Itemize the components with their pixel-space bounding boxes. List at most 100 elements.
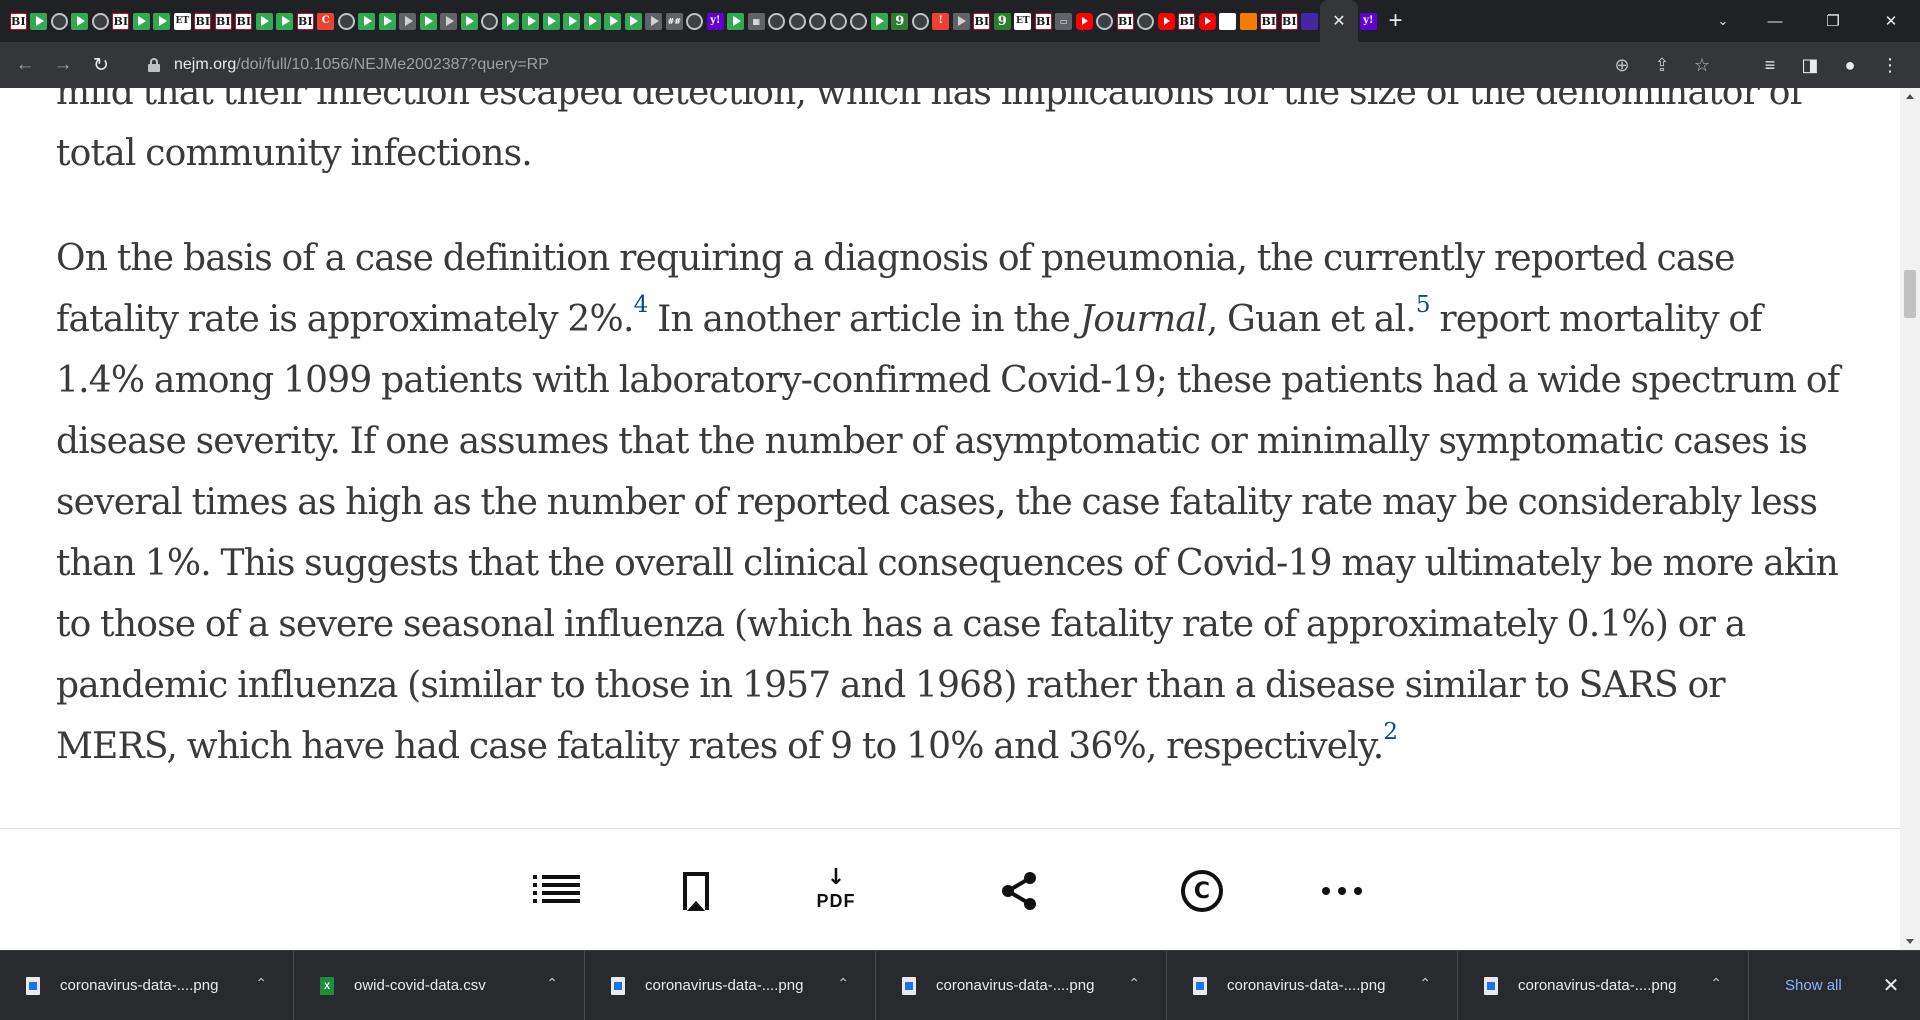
browser-tab[interactable] — [1300, 0, 1321, 42]
browser-tab[interactable] — [90, 0, 111, 42]
url-text[interactable]: nejm.org/doi/full/10.1056/NEJMe2002387?q… — [174, 56, 549, 74]
browser-tab[interactable] — [603, 0, 624, 42]
bookmark-star-icon[interactable]: ☆ — [1682, 55, 1722, 76]
browser-tab[interactable]: BI — [213, 0, 234, 42]
browser-tab[interactable]: BI — [972, 0, 993, 42]
browser-tab[interactable] — [439, 0, 460, 42]
browser-tab[interactable]: BI — [234, 0, 255, 42]
browser-tab[interactable] — [254, 0, 275, 42]
browser-tab[interactable] — [644, 0, 665, 42]
new-tab-button[interactable]: + — [1379, 0, 1413, 42]
close-downloads-button[interactable]: ✕ — [1876, 951, 1906, 1020]
table-of-contents-button[interactable] — [526, 863, 586, 919]
show-all-downloads-link[interactable]: Show all — [1771, 971, 1856, 1000]
browser-tab[interactable]: C — [316, 0, 337, 42]
browser-tab[interactable]: BI — [1177, 0, 1198, 42]
browser-tab[interactable] — [398, 0, 419, 42]
browser-tab[interactable] — [623, 0, 644, 42]
browser-tab[interactable] — [521, 0, 542, 42]
browser-tab[interactable]: BI — [111, 0, 132, 42]
download-options-chevron-icon[interactable]: ⌃ — [837, 975, 849, 992]
browser-tab[interactable]: BI — [193, 0, 214, 42]
active-tab[interactable]: ✕ — [1320, 0, 1358, 42]
browser-tab[interactable]: 9 — [890, 0, 911, 42]
browser-tab[interactable] — [541, 0, 562, 42]
download-item[interactable]: coronavirus-data-....png ⌃ — [1458, 950, 1749, 1020]
close-window-button[interactable]: ✕ — [1862, 12, 1920, 30]
browser-tab[interactable]: ## — [664, 0, 685, 42]
zoom-icon[interactable]: ⊕ — [1602, 55, 1642, 76]
browser-tab[interactable] — [70, 0, 91, 42]
download-options-chevron-icon[interactable]: ⌃ — [1710, 975, 1722, 992]
scroll-down-icon[interactable] — [1906, 939, 1914, 944]
reading-list-icon[interactable]: ≡ — [1750, 55, 1790, 76]
lock-icon[interactable] — [148, 58, 160, 72]
browser-tab[interactable] — [1238, 0, 1259, 42]
download-item[interactable]: coronavirus-data-....png ⌃ — [0, 950, 294, 1020]
browser-tab[interactable] — [808, 0, 829, 42]
restore-button[interactable]: ❐ — [1804, 12, 1862, 30]
address-bar[interactable]: nejm.org/doi/full/10.1056/NEJMe2002387?q… — [134, 49, 1722, 81]
download-item[interactable]: Xowid-covid-data.csv ⌃ — [294, 950, 585, 1020]
back-button[interactable]: ← — [6, 47, 44, 83]
browser-menu-icon[interactable]: ⋮ — [1870, 55, 1910, 76]
browser-tab[interactable] — [951, 0, 972, 42]
browser-tab[interactable] — [500, 0, 521, 42]
share-icon[interactable]: ⇪ — [1642, 55, 1682, 76]
reload-button[interactable]: ↻ — [82, 47, 120, 83]
browser-tab[interactable] — [357, 0, 378, 42]
browser-tab[interactable]: 9 — [992, 0, 1013, 42]
download-item[interactable]: coronavirus-data-....png ⌃ — [876, 950, 1167, 1020]
browser-tab[interactable]: ! — [931, 0, 952, 42]
browser-tab[interactable] — [562, 0, 583, 42]
download-options-chevron-icon[interactable]: ⌃ — [255, 975, 267, 992]
browser-tab[interactable] — [1156, 0, 1177, 42]
browser-tab[interactable] — [275, 0, 296, 42]
scrollbar-thumb[interactable] — [1904, 270, 1916, 318]
browser-tab[interactable] — [1218, 0, 1239, 42]
reference-link-2[interactable]: 2 — [1383, 719, 1398, 745]
browser-tab[interactable] — [480, 0, 501, 42]
browser-tab[interactable]: ▦ — [746, 0, 767, 42]
browser-tab[interactable]: ▭ — [1054, 0, 1075, 42]
browser-tab[interactable] — [152, 0, 173, 42]
browser-tab[interactable] — [377, 0, 398, 42]
browser-tab[interactable] — [767, 0, 788, 42]
browser-tab[interactable] — [1136, 0, 1157, 42]
browser-tab[interactable]: y! — [1358, 0, 1379, 42]
browser-tab[interactable] — [29, 0, 50, 42]
browser-tab[interactable]: BI — [8, 0, 29, 42]
browser-tab[interactable] — [459, 0, 480, 42]
browser-tab[interactable]: y! — [705, 0, 726, 42]
side-panel-icon[interactable]: ◨ — [1790, 55, 1830, 76]
minimize-button[interactable]: — — [1746, 13, 1804, 30]
close-tab-icon[interactable]: ✕ — [1332, 11, 1345, 31]
browser-tab[interactable] — [336, 0, 357, 42]
download-item[interactable]: coronavirus-data-....png ⌃ — [1167, 950, 1458, 1020]
page-scrollbar[interactable] — [1900, 88, 1920, 950]
browser-tab[interactable] — [1197, 0, 1218, 42]
scroll-up-icon[interactable] — [1906, 94, 1914, 99]
reference-link-5[interactable]: 5 — [1416, 292, 1431, 318]
browser-tab[interactable]: BI — [1279, 0, 1300, 42]
permissions-button[interactable]: C — [1172, 863, 1232, 919]
browser-tab[interactable] — [869, 0, 890, 42]
browser-tab[interactable] — [582, 0, 603, 42]
browser-tab[interactable] — [1074, 0, 1095, 42]
browser-tab[interactable]: BI — [1115, 0, 1136, 42]
browser-tab[interactable]: ET — [1013, 0, 1034, 42]
forward-button[interactable]: → — [44, 47, 82, 83]
download-pdf-button[interactable]: ↓ PDF — [806, 863, 866, 919]
reference-link-4[interactable]: 4 — [634, 292, 649, 318]
browser-tab[interactable] — [828, 0, 849, 42]
browser-tab[interactable] — [418, 0, 439, 42]
download-options-chevron-icon[interactable]: ⌃ — [1419, 975, 1431, 992]
download-item[interactable]: coronavirus-data-....png ⌃ — [585, 950, 876, 1020]
profile-icon[interactable]: ● — [1830, 55, 1870, 76]
download-options-chevron-icon[interactable]: ⌃ — [1128, 975, 1140, 992]
more-options-button[interactable] — [1312, 863, 1372, 919]
browser-tab[interactable] — [726, 0, 747, 42]
browser-tab[interactable] — [849, 0, 870, 42]
browser-tab[interactable]: ET — [172, 0, 193, 42]
tab-search-chevron-icon[interactable]: ⌄ — [1700, 13, 1746, 29]
